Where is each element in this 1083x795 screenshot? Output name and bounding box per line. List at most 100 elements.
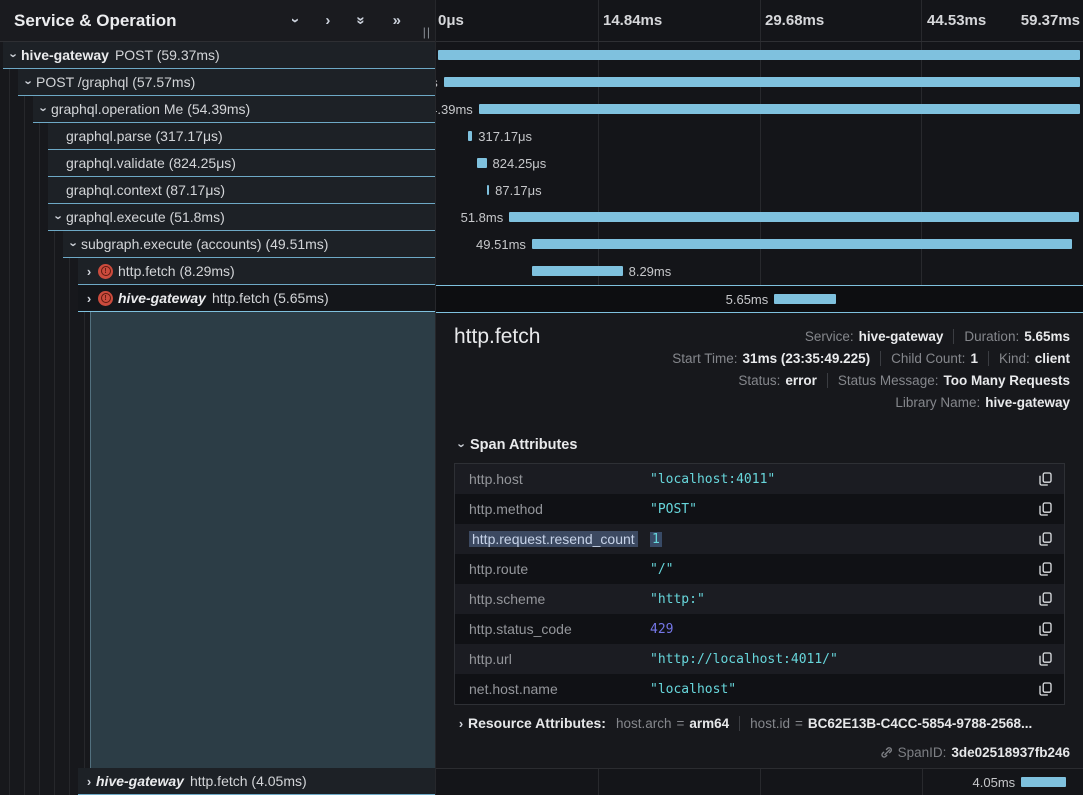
double-chevron-down-icon[interactable]: » [354,16,369,24]
span-row-box[interactable]: graphql.validate (824.25μs) [48,150,435,177]
chevron-down-icon[interactable]: › [288,18,303,23]
equals-sign: = [795,716,803,731]
timeline-row[interactable]: 49.51ms [436,231,1083,258]
attribute-value[interactable]: "localhost:4011" [650,472,1028,487]
attribute-row[interactable]: http.url"http://localhost:4011/" [455,644,1064,674]
chevron-down-icon[interactable]: › [68,237,81,251]
copy-icon[interactable] [1028,562,1052,576]
attribute-value[interactable]: "localhost" [650,682,1028,697]
attribute-key[interactable]: http.request.resend_count [469,531,650,547]
chevron-down-icon[interactable]: › [8,48,21,62]
double-chevron-right-icon[interactable]: » [393,13,401,28]
attribute-key[interactable]: http.url [469,651,650,667]
timeline-row[interactable]: 57.57ms [436,69,1083,96]
link-icon[interactable] [879,746,893,760]
span-bar[interactable] [487,185,489,195]
timeline-row[interactable]: 317.17μs [436,123,1083,150]
span-row-box[interactable]: ›POST /graphql (57.57ms) [18,69,435,96]
chevron-down-icon[interactable]: › [53,210,66,224]
attribute-key[interactable]: http.method [469,501,650,517]
tree-row[interactable]: ›hive-gatewayhttp.fetch (4.05ms) [0,768,435,795]
span-duration-label: 87.17μs [495,177,542,204]
timeline-row[interactable]: 8.29ms [436,258,1083,285]
tree-row[interactable]: ›hive-gatewayPOST (59.37ms) [0,42,435,69]
span-row-box[interactable]: ›!http.fetch (8.29ms) [78,258,435,285]
tree-row[interactable]: graphql.context (87.17μs) [0,177,435,204]
span-row-box[interactable]: ›graphql.operation Me (54.39ms) [33,96,435,123]
span-row-box[interactable]: graphql.parse (317.17μs) [48,123,435,150]
span-bar[interactable] [509,212,1079,222]
span-attributes-header[interactable]: › Span Attributes [454,437,577,453]
span-row-box[interactable]: ›graphql.execute (51.8ms) [48,204,435,231]
timeline-row[interactable]: 824.25μs [436,150,1083,177]
attribute-value[interactable]: "http://localhost:4011/" [650,652,1028,667]
attribute-value[interactable]: "http:" [650,592,1028,607]
timeline-row[interactable]: 4.05ms [436,769,1083,795]
copy-icon[interactable] [1028,502,1052,516]
span-bar[interactable] [532,266,623,276]
copy-icon[interactable] [1028,622,1052,636]
span-bar[interactable] [479,104,1080,114]
span-bar[interactable] [774,294,836,304]
attribute-key[interactable]: http.scheme [469,591,650,607]
timeline-row[interactable]: 5.65ms [436,285,1083,312]
span-bar[interactable] [468,131,472,141]
attribute-key[interactable]: http.host [469,471,650,487]
timeline-row[interactable]: 51.8ms [436,204,1083,231]
span-bar[interactable] [477,158,487,168]
tree-row[interactable]: ›POST /graphql (57.57ms) [0,69,435,96]
attribute-value[interactable]: "/" [650,562,1028,577]
timeline-row[interactable] [436,42,1083,69]
chevron-right-icon[interactable]: › [82,265,96,278]
attribute-row[interactable]: http.host"localhost:4011" [455,464,1064,494]
chevron-right-icon[interactable]: › [325,13,330,28]
attribute-row[interactable]: http.method"POST" [455,494,1064,524]
chevron-right-icon[interactable]: › [82,292,96,305]
span-bar[interactable] [532,239,1072,249]
attribute-key[interactable]: net.host.name [469,681,650,697]
span-bar[interactable] [444,77,1080,87]
span-row-box[interactable]: ›hive-gatewayPOST (59.37ms) [3,42,435,69]
span-bar[interactable] [1021,777,1066,787]
attribute-key[interactable]: http.route [469,561,650,577]
tree-row[interactable]: ›graphql.execute (51.8ms) [0,204,435,231]
attribute-value[interactable]: 1 [650,532,1028,547]
span-row-box[interactable]: ›!hive-gatewayhttp.fetch (5.65ms) [78,285,435,312]
copy-icon[interactable] [1028,652,1052,666]
chevron-right-icon[interactable]: › [454,717,468,730]
copy-icon[interactable] [1028,592,1052,606]
resource-key: host.id [750,716,790,731]
attribute-row[interactable]: http.status_code429 [455,614,1064,644]
timeline-row[interactable]: 87.17μs [436,177,1083,204]
panel-resize-handle[interactable]: || [423,25,431,39]
meta-line: Status:errorStatus Message:Too Many Requ… [672,369,1070,391]
attribute-row[interactable]: http.scheme"http:" [455,584,1064,614]
resource-value: arm64 [689,716,729,731]
copy-icon[interactable] [1028,682,1052,696]
chevron-down-icon[interactable]: › [23,75,36,89]
meta-separator [827,373,828,388]
attribute-row[interactable]: net.host.name"localhost" [455,674,1064,704]
attribute-row[interactable]: http.route"/" [455,554,1064,584]
tree-row[interactable]: ›subgraph.execute (accounts) (49.51ms) [0,231,435,258]
tree-row[interactable]: graphql.validate (824.25μs) [0,150,435,177]
tree-row[interactable]: ›graphql.operation Me (54.39ms) [0,96,435,123]
chevron-down-icon[interactable]: › [38,102,51,116]
chevron-right-icon[interactable]: › [82,775,96,788]
copy-icon[interactable] [1028,472,1052,486]
attribute-key[interactable]: http.status_code [469,621,650,637]
meta-value: error [785,373,817,388]
tree-row[interactable]: graphql.parse (317.17μs) [0,123,435,150]
tree-row[interactable]: ›!hive-gatewayhttp.fetch (5.65ms) [0,285,435,312]
timeline-row[interactable]: 54.39ms [436,96,1083,123]
attribute-row[interactable]: http.request.resend_count1 [455,524,1064,554]
span-row-box[interactable]: graphql.context (87.17μs) [48,177,435,204]
span-row-box[interactable]: ›subgraph.execute (accounts) (49.51ms) [63,231,435,258]
tree-row[interactable]: ›!http.fetch (8.29ms) [0,258,435,285]
span-row-box[interactable]: ›hive-gatewayhttp.fetch (4.05ms) [78,768,435,795]
attribute-value[interactable]: "POST" [650,502,1028,517]
span-bar[interactable] [438,50,1080,60]
copy-icon[interactable] [1028,532,1052,546]
resource-attributes-row[interactable]: ›Resource Attributes:host.arch=arm64host… [454,715,1066,731]
attribute-value[interactable]: 429 [650,622,1028,637]
